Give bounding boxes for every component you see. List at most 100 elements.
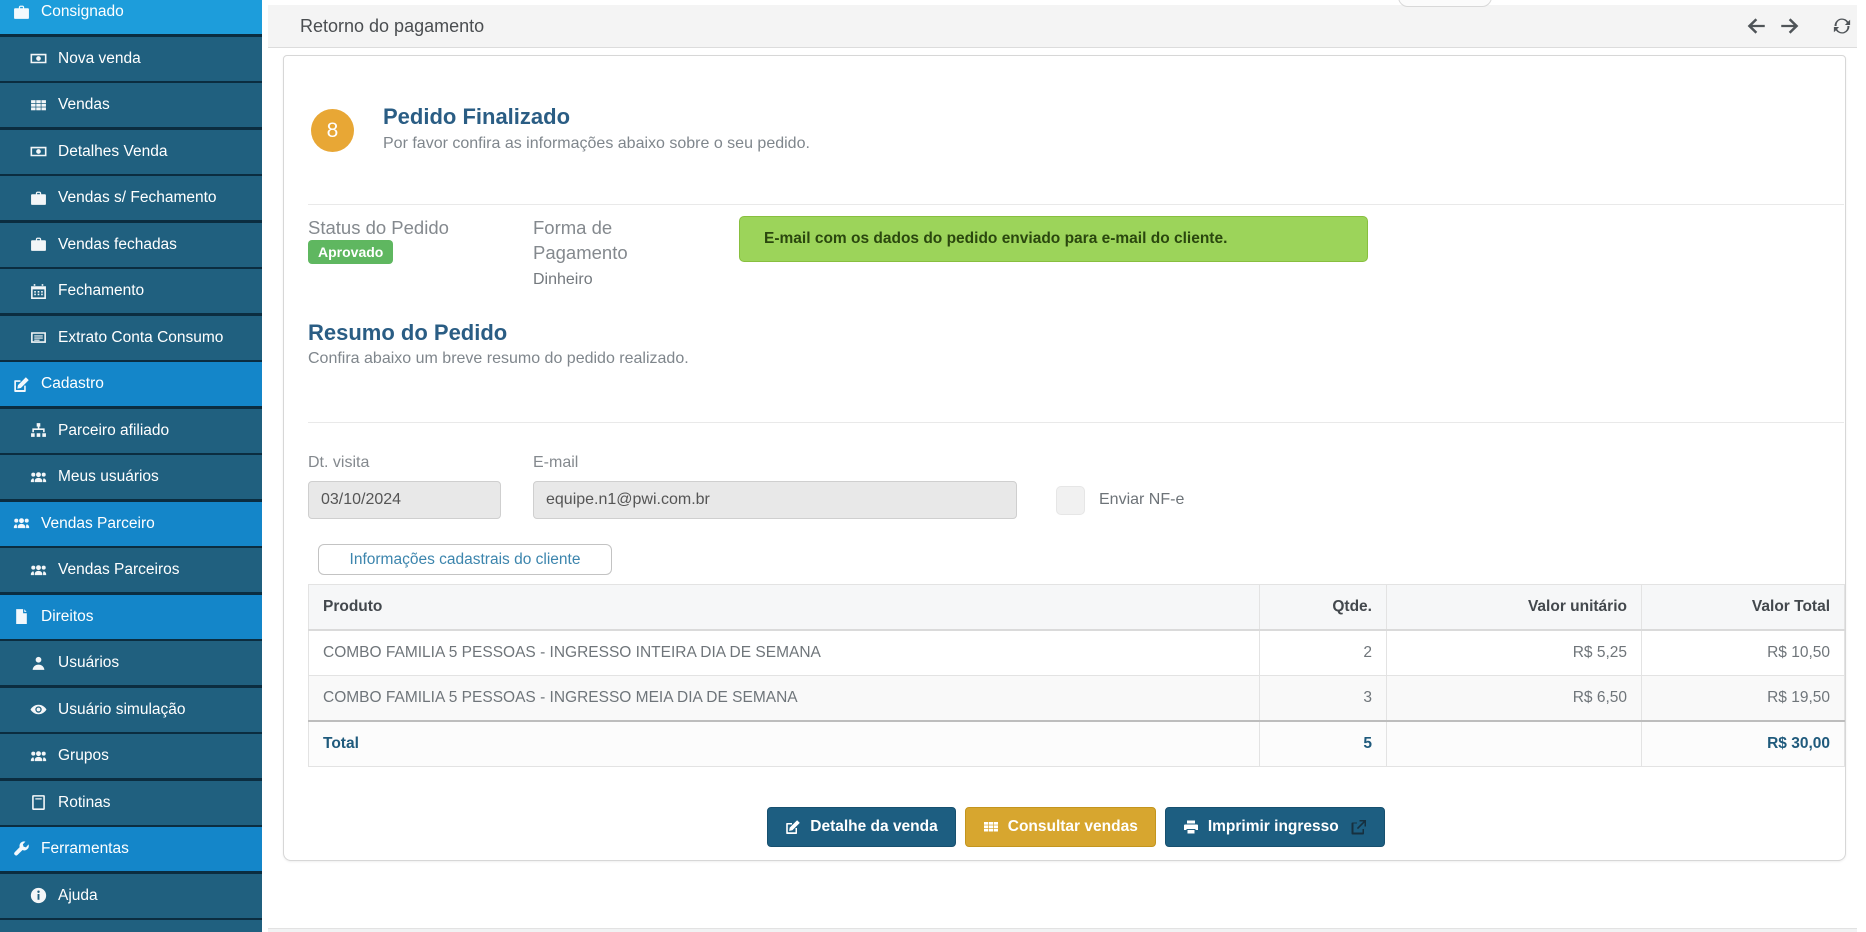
sidebar-item-label: Fechamento bbox=[58, 282, 144, 300]
wrench-icon bbox=[10, 841, 32, 858]
detalhe-da-venda-button[interactable]: Detalhe da venda bbox=[767, 807, 956, 847]
banknote-icon bbox=[27, 143, 49, 160]
sidebar-item-vendas[interactable]: Vendas bbox=[0, 83, 262, 127]
sidebar-item-label: Parceiro afiliado bbox=[58, 422, 169, 440]
column-header: Valor unitário bbox=[1387, 585, 1642, 631]
sidebar-item-label: Vendas bbox=[58, 96, 110, 114]
sidebar-item-ferramentas[interactable]: Ferramentas bbox=[0, 827, 262, 871]
client-info-button[interactable]: Informações cadastrais do cliente bbox=[318, 544, 612, 575]
divider bbox=[308, 204, 1844, 205]
sidebar-item-label: Cadastro bbox=[41, 375, 104, 393]
email-input[interactable] bbox=[533, 481, 1017, 519]
printer-icon bbox=[1183, 819, 1199, 835]
topbar: Retorno do pagamento bbox=[268, 5, 1857, 48]
table-row: COMBO FAMILIA 5 PESSOAS - INGRESSO MEIA … bbox=[309, 676, 1845, 722]
button-label: Imprimir ingresso bbox=[1208, 818, 1339, 836]
order-summary-table: ProdutoQtde.Valor unitárioValor Total CO… bbox=[308, 584, 1845, 767]
sidebar-item-label: Consignado bbox=[41, 3, 124, 21]
table-total-cell: Total bbox=[309, 721, 1260, 767]
briefcase-icon bbox=[27, 236, 49, 253]
table-cell: 3 bbox=[1260, 676, 1387, 722]
refresh-icon[interactable] bbox=[1832, 16, 1852, 36]
summary-subtitle: Confira abaixo um breve resumo do pedido… bbox=[308, 350, 689, 368]
briefcase-icon bbox=[10, 4, 32, 21]
users-icon bbox=[27, 562, 49, 579]
sidebar-item-detalhes-venda[interactable]: Detalhes Venda bbox=[0, 130, 262, 174]
table-total-cell bbox=[1387, 721, 1642, 767]
sidebar-item-label: Vendas Parceiros bbox=[58, 561, 180, 579]
sidebar-item-vendas-parceiros[interactable]: Vendas Parceiros bbox=[0, 548, 262, 592]
briefcase-icon bbox=[27, 190, 49, 207]
sidebar-item-label: Detalhes Venda bbox=[58, 143, 167, 161]
sidebar-item-label: Vendas Parceiro bbox=[41, 515, 155, 533]
app-root: Consignado Nova venda Vendas Detalhes Venda… bbox=[0, 0, 1866, 932]
sidebar-item-label: Grupos bbox=[58, 747, 109, 765]
wizard-subtitle: Por favor confira as informações abaixo … bbox=[383, 135, 810, 153]
table-icon bbox=[27, 97, 49, 114]
users-icon bbox=[10, 515, 32, 532]
file-icon bbox=[10, 608, 32, 625]
email-sent-alert: E-mail com os dados do pedido enviado pa… bbox=[739, 216, 1368, 262]
sidebar-item-label: Vendas s/ Fechamento bbox=[58, 189, 217, 207]
sidebar-item-fechamento[interactable]: Fechamento bbox=[0, 269, 262, 313]
user-icon bbox=[27, 655, 49, 672]
sitemap-icon bbox=[27, 422, 49, 439]
sidebar-item-label: Ferramentas bbox=[41, 840, 129, 858]
status-badge: Aprovado bbox=[308, 240, 393, 264]
banknote-icon bbox=[27, 50, 49, 67]
arrow-right-icon[interactable] bbox=[1780, 16, 1800, 36]
sidebar-item-label: Meus usuários bbox=[58, 468, 159, 486]
sidebar-item-grupos[interactable]: Grupos bbox=[0, 734, 262, 778]
enviar-nfe-label: Enviar NF-e bbox=[1099, 486, 1184, 513]
sidebar-item-label: Ajuda bbox=[58, 887, 98, 905]
button-label: Consultar vendas bbox=[1008, 818, 1138, 836]
eye-icon bbox=[27, 701, 49, 718]
sidebar-item-label: Usuários bbox=[58, 654, 119, 672]
sidebar-item-ajuda[interactable]: Ajuda bbox=[0, 874, 262, 918]
edit-icon bbox=[10, 376, 32, 393]
button-label: Detalhe da venda bbox=[810, 818, 938, 836]
imprimir-ingresso-button[interactable]: Imprimir ingresso bbox=[1165, 807, 1385, 847]
table-cell: R$ 5,25 bbox=[1387, 630, 1642, 676]
table-row: COMBO FAMILIA 5 PESSOAS - INGRESSO INTEI… bbox=[309, 630, 1845, 676]
page-title: Retorno do pagamento bbox=[300, 5, 484, 47]
table-cell: R$ 10,50 bbox=[1642, 630, 1845, 676]
sidebar-item-partial-bottom[interactable] bbox=[0, 920, 262, 932]
step-number-badge: 8 bbox=[311, 109, 354, 152]
users-icon bbox=[27, 469, 49, 486]
sidebar-item-vendas-parceiro[interactable]: Vendas Parceiro bbox=[0, 502, 262, 546]
sidebar-item-label: Direitos bbox=[41, 608, 94, 626]
email-label: E-mail bbox=[533, 454, 578, 472]
sidebar-item-parceiro-afiliado[interactable]: Parceiro afiliado bbox=[0, 409, 262, 453]
sidebar-item-usuario-simulacao[interactable]: Usuário simulação bbox=[0, 688, 262, 732]
sidebar-item-extrato-conta-consumo[interactable]: Extrato Conta Consumo bbox=[0, 316, 262, 360]
sidebar-item-consignado[interactable]: Consignado bbox=[0, 0, 262, 34]
book-icon bbox=[27, 794, 49, 811]
arrow-left-icon[interactable] bbox=[1746, 16, 1766, 36]
sidebar-item-label: Nova venda bbox=[58, 50, 141, 68]
table-body: COMBO FAMILIA 5 PESSOAS - INGRESSO INTEI… bbox=[309, 630, 1845, 767]
sidebar-item-rotinas[interactable]: Rotinas bbox=[0, 781, 262, 825]
sidebar-item-vendas-fechadas[interactable]: Vendas fechadas bbox=[0, 223, 262, 267]
visit-date-input[interactable] bbox=[308, 481, 501, 519]
table-cell: COMBO FAMILIA 5 PESSOAS - INGRESSO MEIA … bbox=[309, 676, 1260, 722]
partial-overlay-top bbox=[1398, 0, 1492, 7]
sidebar-item-vendas-s-fechamento[interactable]: Vendas s/ Fechamento bbox=[0, 176, 262, 220]
sidebar-item-nova-venda[interactable]: Nova venda bbox=[0, 37, 262, 81]
table-header-row: ProdutoQtde.Valor unitárioValor Total bbox=[309, 585, 1845, 631]
sidebar-item-label: Vendas fechadas bbox=[58, 236, 177, 254]
enviar-nfe-checkbox[interactable] bbox=[1056, 486, 1085, 515]
table-icon bbox=[983, 819, 999, 835]
sidebar-item-usuarios[interactable]: Usuários bbox=[0, 641, 262, 685]
sidebar-item-cadastro[interactable]: Cadastro bbox=[0, 362, 262, 406]
calendar-icon bbox=[27, 283, 49, 300]
main-panel: 8 Pedido Finalizado Por favor confira as… bbox=[283, 55, 1846, 861]
consultar-vendas-button[interactable]: Consultar vendas bbox=[965, 807, 1156, 847]
table-total-row: Total5R$ 30,00 bbox=[309, 721, 1845, 767]
sidebar: Consignado Nova venda Vendas Detalhes Venda… bbox=[0, 0, 262, 932]
visit-date-label: Dt. visita bbox=[308, 454, 369, 472]
sidebar-item-meus-usuarios[interactable]: Meus usuários bbox=[0, 455, 262, 499]
info-icon bbox=[27, 887, 49, 904]
sidebar-item-direitos[interactable]: Direitos bbox=[0, 595, 262, 639]
sidebar-item-label: Extrato Conta Consumo bbox=[58, 329, 223, 347]
